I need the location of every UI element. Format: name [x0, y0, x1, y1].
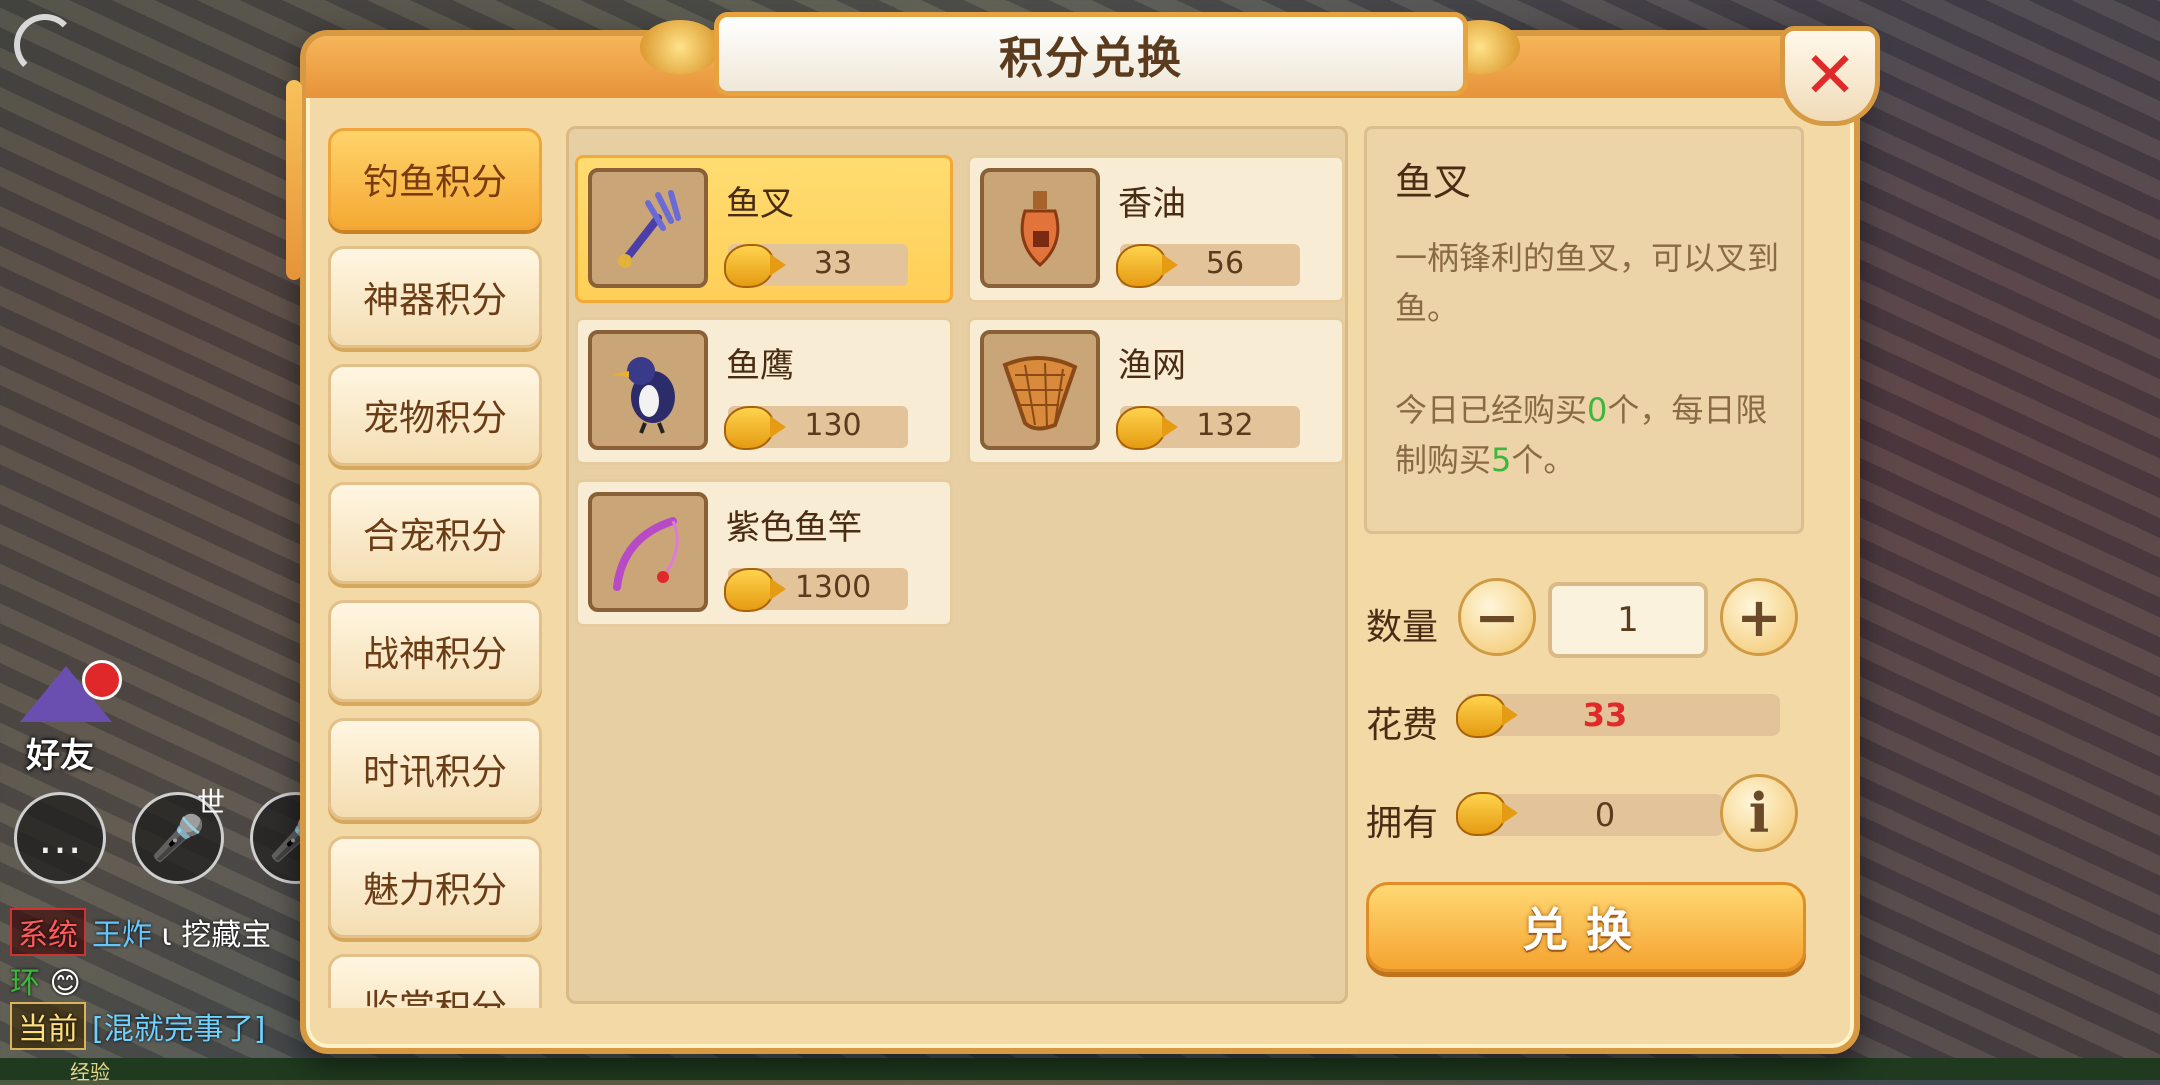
chat-line-misc: 环 😊	[10, 958, 81, 1002]
tab-appraisal-points[interactable]: 监赏积分	[328, 954, 542, 1008]
item-name: 鱼叉	[726, 184, 794, 224]
item-name: 香油	[1118, 184, 1186, 224]
item-card-oil[interactable]: 香油 56	[967, 155, 1345, 303]
voice-world-button[interactable]: 🎤 世	[132, 786, 225, 884]
notification-dot	[82, 660, 122, 700]
fish-coin-icon	[1456, 694, 1518, 738]
close-icon: ✕	[1803, 39, 1857, 113]
chat-sender[interactable]: 王炸	[92, 918, 152, 953]
cloud-ornament-left	[640, 20, 720, 74]
fishing-rod-icon	[588, 492, 708, 612]
quantity-label: 数量	[1366, 607, 1439, 648]
chat-button[interactable]: …	[14, 792, 106, 884]
item-name: 渔网	[1118, 346, 1186, 386]
tab-pet-points[interactable]: 宠物积分	[328, 364, 542, 466]
tab-fishing-points[interactable]: 钓鱼积分	[328, 128, 542, 230]
owned-value: 0	[1594, 796, 1616, 834]
owned-label: 拥有	[1366, 803, 1439, 844]
plus-icon: +	[1736, 585, 1782, 649]
chat-text: [混就完事了]	[92, 1012, 266, 1047]
limit-suffix: 个。	[1511, 441, 1576, 479]
chat-text: 环	[10, 966, 40, 1001]
panel-title: 积分兑换	[999, 33, 1183, 84]
info-button[interactable]: i	[1720, 774, 1798, 852]
item-price: 132	[1196, 408, 1254, 443]
friend-button[interactable]: 好友	[14, 660, 122, 776]
purchase-limit-text: 今日已经购买0个，每日限制购买5个。	[1395, 385, 1795, 485]
tab-pet-merge-points[interactable]: 合宠积分	[328, 482, 542, 584]
chat-line-current: 当前 [混就完事了]	[10, 1002, 265, 1050]
tab-war-god-points[interactable]: 战神积分	[328, 600, 542, 702]
close-button[interactable]: ✕	[1780, 26, 1880, 126]
world-channel-label: 世	[196, 786, 225, 819]
detail-item-name: 鱼叉	[1395, 160, 1472, 204]
minus-icon: −	[1474, 585, 1520, 649]
chat-bubble-icon: …	[38, 812, 82, 864]
item-price: 33	[813, 246, 853, 281]
item-card-trident[interactable]: 鱼叉 33	[575, 155, 953, 303]
quantity-input[interactable]: 1	[1548, 582, 1708, 658]
item-price: 1300	[794, 570, 872, 605]
fish-coin-icon	[1456, 792, 1518, 836]
increase-quantity-button[interactable]: +	[1720, 578, 1798, 656]
tassel-ornament	[286, 80, 302, 280]
info-icon: i	[1748, 781, 1770, 845]
item-price: 56	[1205, 246, 1245, 281]
cost-value: 33	[1582, 696, 1628, 734]
emoji-icon: 😊	[49, 966, 81, 1001]
fishing-net-icon	[980, 330, 1100, 450]
item-card-purple-rod[interactable]: 紫色鱼竿 1300	[575, 479, 953, 627]
cormorant-icon	[588, 330, 708, 450]
tab-artifact-points[interactable]: 神器积分	[328, 246, 542, 348]
current-tag: 当前	[10, 1002, 86, 1050]
cost-label: 花费	[1366, 705, 1439, 746]
oil-bottle-icon	[980, 168, 1100, 288]
limit-bought-count: 0	[1587, 391, 1608, 429]
item-name: 紫色鱼竿	[726, 508, 862, 548]
category-tabs: 钓鱼积分 神器积分 宠物积分 合宠积分 战神积分 时讯积分 魅力积分 监赏积分	[328, 128, 546, 1008]
bottom-status-bar: 经验	[0, 1058, 2160, 1084]
tab-news-points[interactable]: 时讯积分	[328, 718, 542, 820]
trident-icon	[588, 168, 708, 288]
limit-prefix: 今日已经购买	[1395, 391, 1588, 429]
system-tag: 系统	[10, 908, 86, 956]
detail-description: 一柄锋利的鱼叉，可以叉到鱼。	[1395, 239, 1780, 327]
exp-label: 经验	[70, 1060, 110, 1084]
friend-label: 好友	[26, 736, 94, 776]
exchange-button[interactable]: 兑换	[1366, 882, 1806, 972]
tab-charm-points[interactable]: 魅力积分	[328, 836, 542, 938]
chat-line-system: 系统 王炸 ι 挖藏宝	[10, 908, 271, 956]
item-name: 鱼鹰	[726, 346, 794, 386]
item-detail-panel: 鱼叉 一柄锋利的鱼叉，可以叉到鱼。 今日已经购买0个，每日限制购买5个。	[1364, 126, 1804, 534]
item-card-cormorant[interactable]: 鱼鹰 130	[575, 317, 953, 465]
back-icon[interactable]	[14, 14, 76, 76]
limit-max-count: 5	[1491, 441, 1512, 479]
item-price: 130	[804, 408, 862, 443]
item-card-net[interactable]: 渔网 132	[967, 317, 1345, 465]
item-grid: 鱼叉 33 香油 56 鱼鹰 130 渔网 132 紫色鱼竿 1300	[566, 126, 1348, 1004]
chat-text: 挖藏宝	[181, 918, 272, 953]
decrease-quantity-button[interactable]: −	[1458, 578, 1536, 656]
title-plate: 积分兑换	[714, 12, 1468, 96]
